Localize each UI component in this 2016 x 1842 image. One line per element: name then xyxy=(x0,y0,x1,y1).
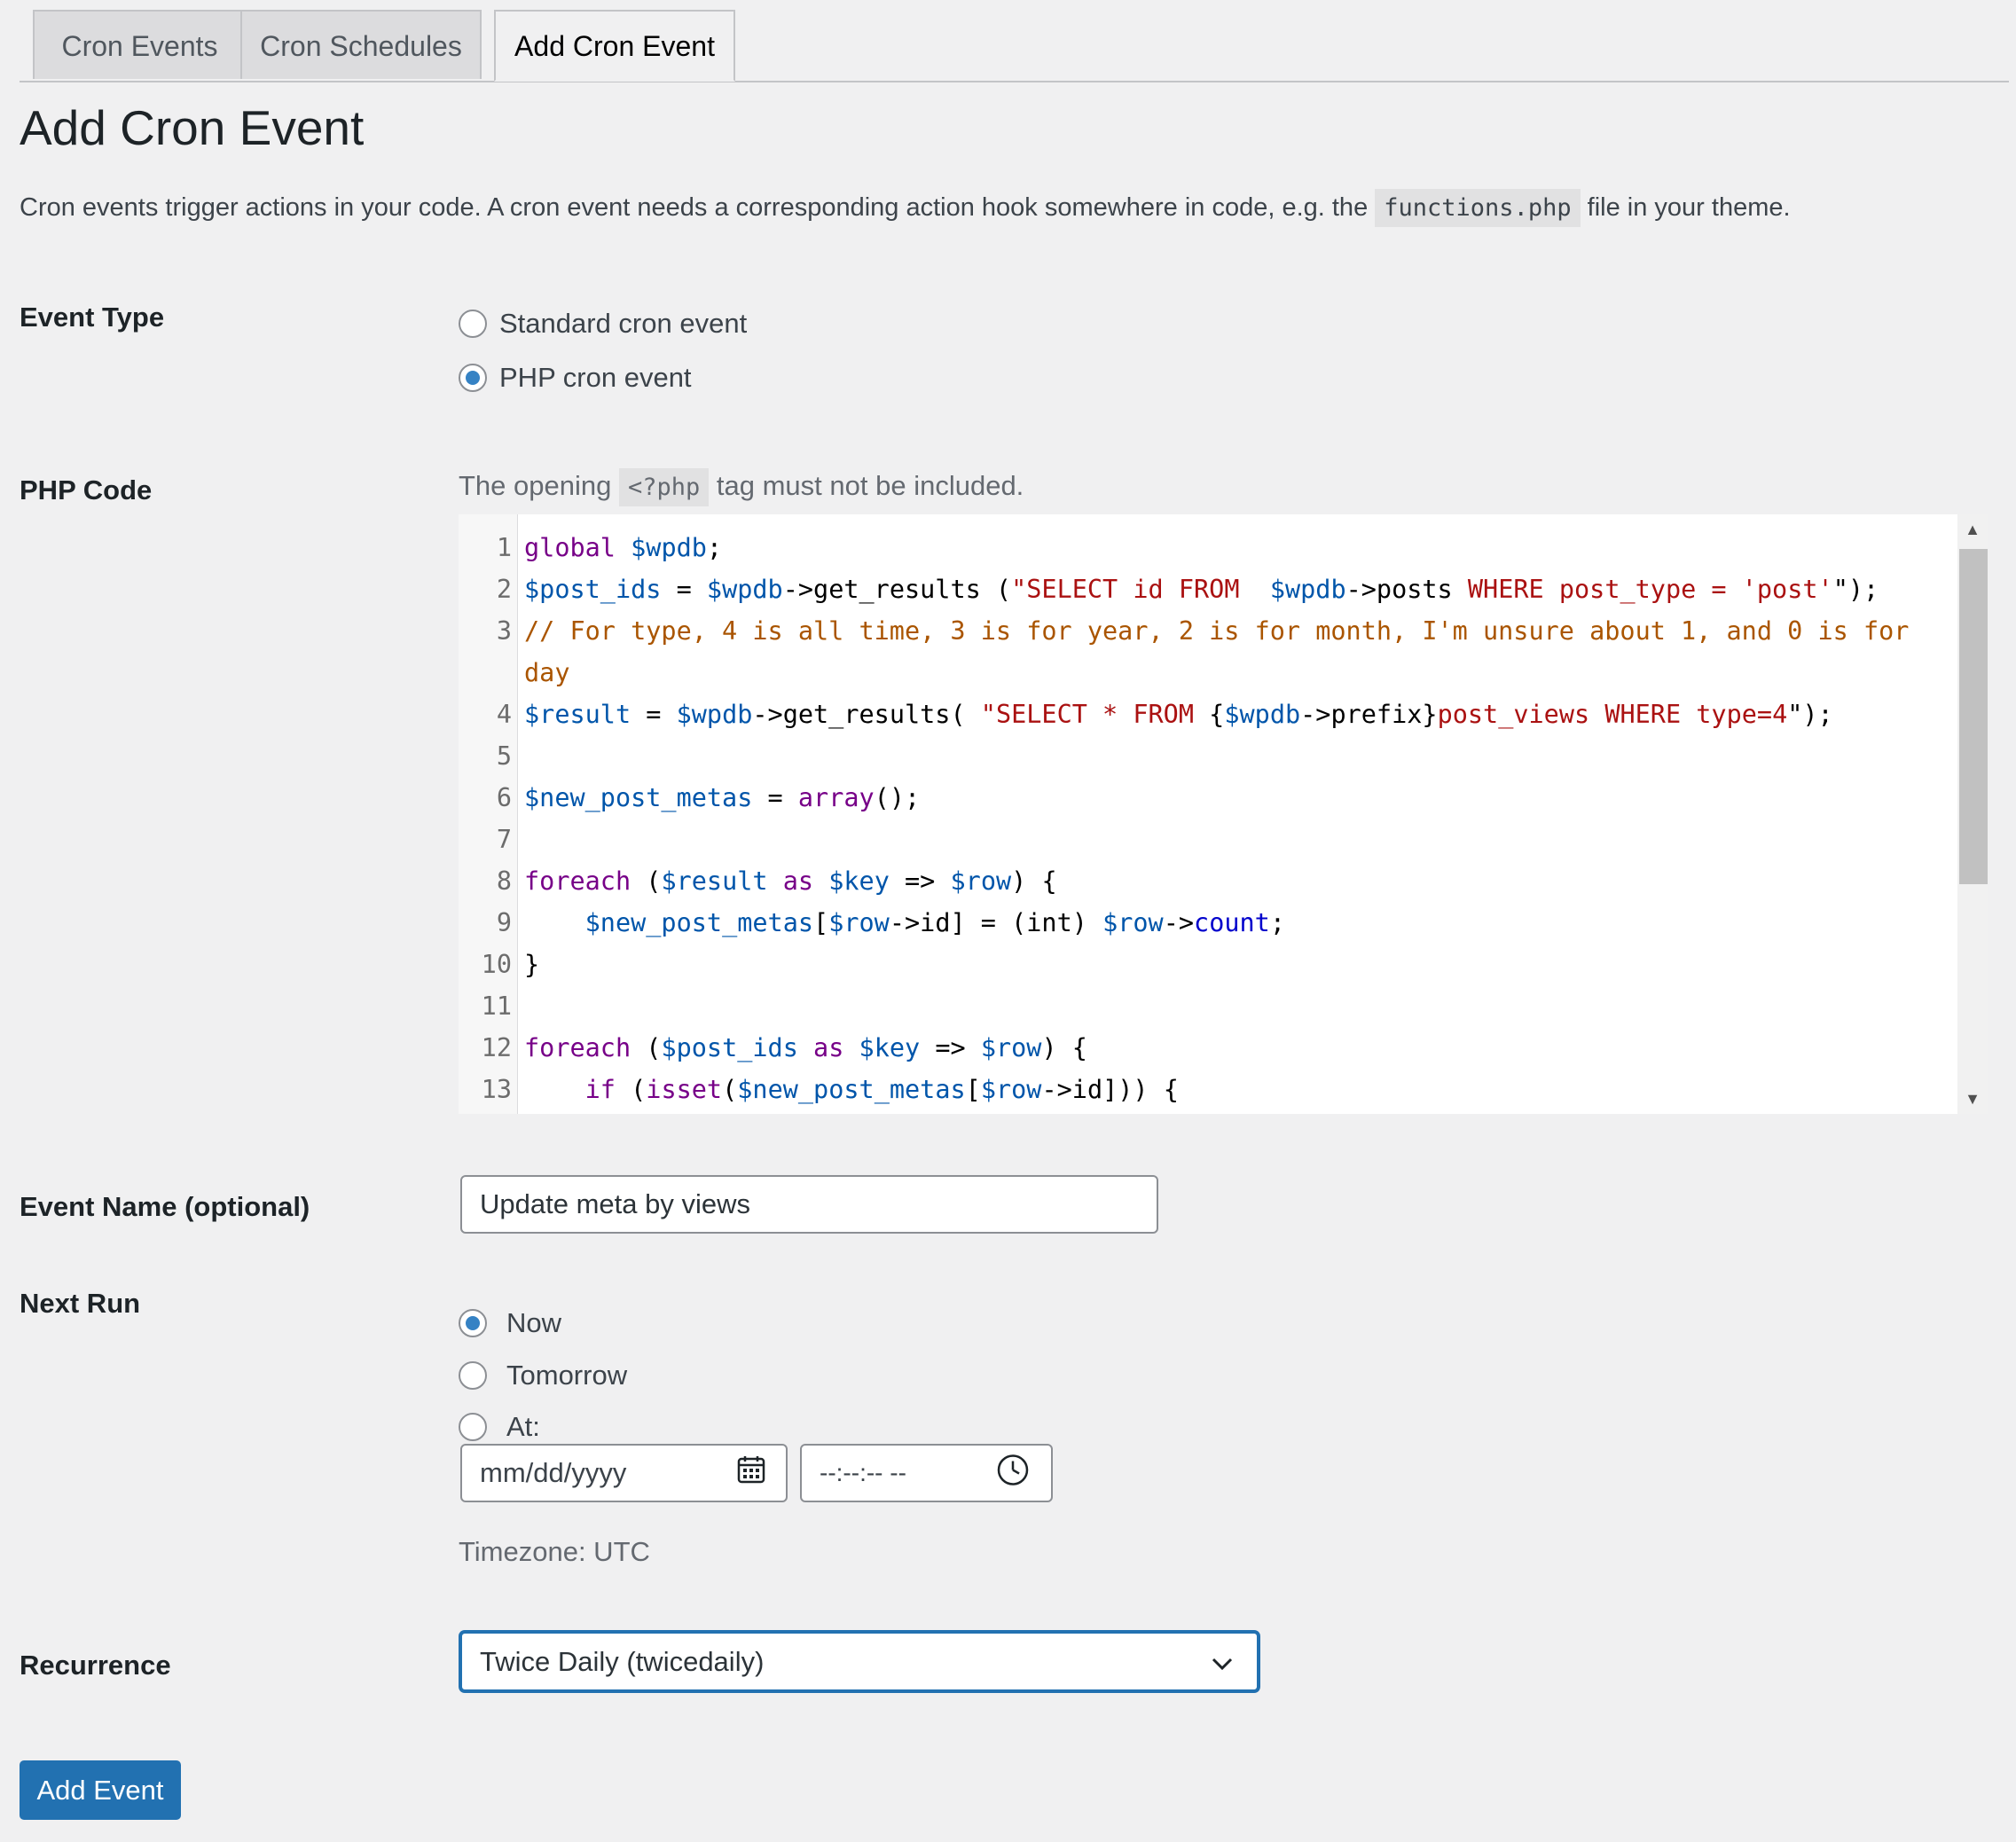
recurrence-select[interactable]: Twice Daily (twicedaily) xyxy=(459,1631,1259,1692)
scroll-up-arrow-icon[interactable]: ▲ xyxy=(1957,516,1988,543)
tab-cron-events[interactable]: Cron Events xyxy=(33,10,247,79)
line-number: 8 xyxy=(496,866,512,896)
page-title: Add Cron Event xyxy=(20,100,365,155)
code-line: 12 foreach ($post_ids as $key => $row) { xyxy=(459,1027,1957,1069)
scroll-thumb[interactable] xyxy=(1959,549,1988,884)
code-line: 2 $post_ids = $wpdb->get_results ("SELECT… xyxy=(459,568,1957,610)
intro-text-before: Cron events trigger actions in your code… xyxy=(20,193,1369,222)
scroll-down-arrow-icon[interactable]: ▼ xyxy=(1957,1086,1988,1112)
line-number: 10 xyxy=(481,950,512,979)
line-number: 3 xyxy=(496,616,512,646)
next-run-tomorrow-option[interactable]: Tomorrow xyxy=(459,1360,627,1391)
php-code-label: PHP Code xyxy=(20,474,153,506)
next-run-tomorrow-radio[interactable] xyxy=(459,1361,487,1390)
code-editor[interactable]: 1 global $wpdb; 2 $post_ids = $wpdb->get_r… xyxy=(459,514,1988,1114)
code-line: 10} xyxy=(459,944,1957,985)
timezone-note: Timezone: UTC xyxy=(459,1536,650,1567)
add-event-button[interactable]: Add Event xyxy=(20,1760,181,1820)
php-open-tag: <?php xyxy=(619,468,710,506)
code-line: 8 foreach ($result as $key => $row) { xyxy=(459,860,1957,902)
code-line: 1 global $wpdb; xyxy=(459,527,1957,568)
line-number: 6 xyxy=(496,783,512,812)
chevron-down-icon xyxy=(1211,1646,1234,1678)
event-name-input[interactable]: Update meta by views xyxy=(460,1175,1158,1234)
code-line: 3// For type, 4 is all time, 3 is for ye… xyxy=(459,610,1957,652)
php-code-description: The opening <?php tag must not be includ… xyxy=(459,468,1024,506)
next-run-at-radio[interactable] xyxy=(459,1413,487,1441)
line-number: 4 xyxy=(496,700,512,729)
code-line: day xyxy=(459,652,1957,694)
nav-tabs: Cron Events Cron Schedules Add Cron Even… xyxy=(20,0,2009,82)
next-run-tomorrow-label: Tomorrow xyxy=(506,1360,628,1391)
line-number: 9 xyxy=(496,908,512,937)
line-number: 1 xyxy=(496,533,512,562)
event-type-standard-label: Standard cron event xyxy=(499,308,748,339)
line-number: 11 xyxy=(481,992,512,1021)
event-type-standard-radio[interactable] xyxy=(459,310,487,338)
php-code-desc-before: The opening xyxy=(459,470,612,501)
php-code-desc-after: tag must not be included. xyxy=(716,470,1024,501)
tab-cron-schedules[interactable]: Cron Schedules xyxy=(240,10,482,79)
event-type-php-option[interactable]: PHP cron event xyxy=(459,362,692,394)
time-placeholder: --:--:-- -- xyxy=(820,1459,906,1486)
line-number: 13 xyxy=(481,1075,512,1104)
code-line: 7 xyxy=(459,819,1957,860)
event-name-label: Event Name (optional) xyxy=(20,1191,310,1222)
next-run-time-input[interactable]: --:--:-- -- xyxy=(800,1444,1053,1502)
code-scrollbar[interactable]: ▲ ▼ xyxy=(1957,514,1988,1114)
line-number xyxy=(459,652,524,694)
line-number: 7 xyxy=(496,825,512,854)
code-line: 6 $new_post_metas = array(); xyxy=(459,777,1957,819)
event-type-label: Event Type xyxy=(20,302,165,333)
intro-text: Cron events trigger actions in your code… xyxy=(20,189,1791,227)
calendar-icon[interactable] xyxy=(736,1454,766,1492)
intro-text-after: file in your theme. xyxy=(1587,193,1791,222)
date-placeholder: mm/dd/yyyy xyxy=(480,1457,627,1488)
code-lines[interactable]: 1 global $wpdb; 2 $post_ids = $wpdb->get_r… xyxy=(459,527,1957,1110)
code-line: 11 xyxy=(459,985,1957,1027)
event-type-php-radio[interactable] xyxy=(459,364,487,392)
next-run-now-option[interactable]: Now xyxy=(459,1307,561,1339)
event-type-standard-option[interactable]: Standard cron event xyxy=(459,308,747,340)
next-run-label: Next Run xyxy=(20,1288,141,1319)
clock-icon[interactable] xyxy=(996,1454,1030,1493)
recurrence-selected-value: Twice Daily (twicedaily) xyxy=(480,1645,765,1677)
recurrence-label: Recurrence xyxy=(20,1650,171,1681)
line-number: 5 xyxy=(496,741,512,771)
code-line: 5 xyxy=(459,735,1957,777)
intro-code: functions.php xyxy=(1375,189,1581,227)
line-number: 2 xyxy=(496,575,512,604)
next-run-now-radio[interactable] xyxy=(459,1309,487,1337)
next-run-date-input[interactable]: mm/dd/yyyy xyxy=(460,1444,788,1502)
code-line: 9 $new_post_metas[$row->id] = (int) $row… xyxy=(459,902,1957,944)
code-line: 4 $result = $wpdb->get_results( "SELECT *… xyxy=(459,694,1957,735)
next-run-at-label: At: xyxy=(506,1411,540,1442)
tab-add-cron-event[interactable]: Add Cron Event xyxy=(494,10,735,82)
code-line: 13 if (isset($new_post_metas[$row->id]))… xyxy=(459,1069,1957,1110)
line-number: 12 xyxy=(481,1033,512,1062)
event-type-php-label: PHP cron event xyxy=(499,362,692,393)
next-run-at-option[interactable]: At: xyxy=(459,1411,540,1443)
next-run-now-label: Now xyxy=(506,1307,562,1338)
